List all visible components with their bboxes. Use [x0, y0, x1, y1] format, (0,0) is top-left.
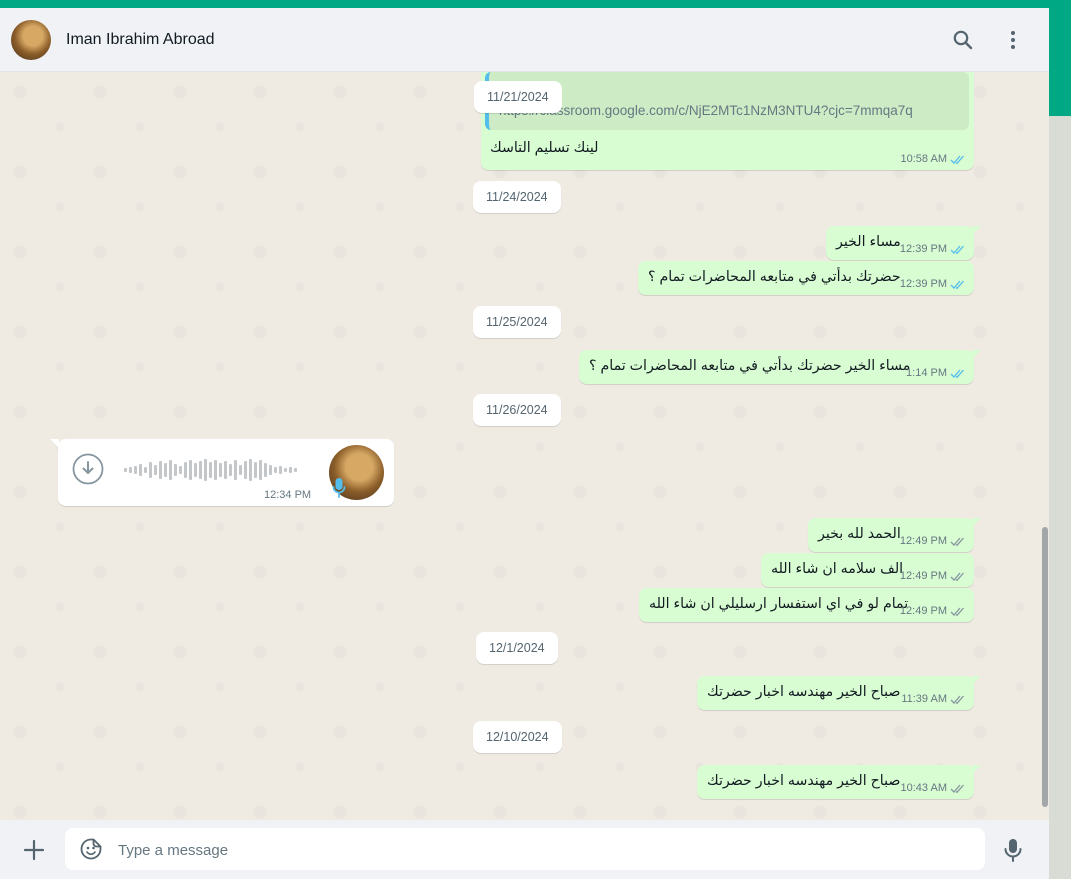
contact-avatar[interactable]	[11, 20, 51, 60]
message-list[interactable]: https://classroom.google.com/c/NjE2MTc1N…	[0, 72, 1049, 820]
sticker-icon[interactable]	[79, 837, 103, 861]
message-bubble[interactable]: صباح الخير مهندسه اخبار حضرتك 10:43 AM	[697, 765, 981, 799]
message-text: تمام لو في اي استفسار ارسليلي ان شاء الل…	[649, 596, 909, 612]
message-time: 12:39 PM	[899, 278, 947, 290]
microphone-icon[interactable]	[1001, 837, 1025, 863]
message-meta: 10:43 AM	[901, 782, 966, 794]
delivered-ticks-icon	[950, 607, 964, 616]
message-composer	[0, 820, 1049, 879]
attach-plus-icon[interactable]	[22, 838, 46, 862]
message-input-box[interactable]	[65, 828, 985, 872]
delivered-ticks-icon	[950, 572, 964, 581]
message-meta: 12:39 PM	[900, 243, 966, 255]
message-text: صباح الخير مهندسه اخبار حضرتك	[707, 684, 901, 700]
side-gutter	[1049, 116, 1071, 879]
message-text: الف سلامه ان شاء الله	[771, 561, 904, 577]
message-time: 12:39 PM	[899, 243, 947, 255]
message-meta: 12:49 PM	[900, 570, 966, 582]
message-bubble[interactable]: حضرتك بدأتي في متابعه المحاضرات تمام ؟ 1…	[638, 261, 974, 295]
top-accent-bar	[0, 0, 1071, 8]
scrollbar-thumb[interactable]	[1042, 527, 1048, 807]
message-text: صباح الخير مهندسه اخبار حضرتك	[707, 773, 901, 789]
message-time: 11:39 AM	[901, 693, 947, 705]
message-bubble[interactable]: الف سلامه ان شاء الله 12:49 PM	[761, 553, 974, 587]
delivered-ticks-icon	[950, 695, 964, 704]
read-ticks-icon	[950, 245, 964, 254]
download-icon[interactable]	[72, 453, 104, 485]
message-text: مساء الخير	[836, 234, 901, 250]
delivered-ticks-icon	[950, 784, 964, 793]
delivered-ticks-icon	[950, 537, 964, 546]
message-time: 10:58 AM	[900, 153, 947, 165]
read-ticks-icon	[950, 155, 964, 164]
message-input[interactable]	[116, 828, 960, 872]
chat-header: Iman Ibrahim Abroad	[0, 8, 1049, 72]
message-time: 1:14 PM	[906, 367, 947, 379]
message-text: لينك تسليم التاسك	[490, 140, 599, 156]
date-divider: 12/10/2024	[473, 721, 562, 753]
message-meta: 10:58 AM	[901, 153, 966, 165]
voice-message-time: 12:34 PM	[264, 489, 312, 501]
read-ticks-icon	[950, 369, 964, 378]
voice-message-bubble[interactable]: 12:34 PM	[50, 439, 394, 506]
message-bubble[interactable]: تمام لو في اي استفسار ارسليلي ان شاء الل…	[639, 588, 974, 622]
date-divider: 11/25/2024	[473, 306, 561, 338]
message-meta: 12:49 PM	[900, 535, 966, 547]
date-divider: 11/21/2024	[474, 81, 562, 113]
message-bubble[interactable]: مساء الخير 12:39 PM	[826, 226, 981, 260]
message-time: 12:49 PM	[899, 570, 947, 582]
message-time: 12:49 PM	[899, 605, 947, 617]
waveform-icon[interactable]	[124, 458, 302, 482]
message-meta: 1:14 PM	[906, 367, 966, 379]
mic-badge-icon	[332, 478, 346, 498]
message-bubble[interactable]: مساء الخير حضرتك بدأتي في متابعه المحاضر…	[579, 350, 981, 384]
message-time: 12:49 PM	[899, 535, 947, 547]
message-text: الحمد لله بخير	[818, 526, 901, 542]
menu-icon[interactable]	[1001, 28, 1025, 52]
message-meta: 11:39 AM	[901, 693, 966, 705]
date-divider: 11/26/2024	[473, 394, 561, 426]
date-divider: 11/24/2024	[473, 181, 561, 213]
message-time: 10:43 AM	[900, 782, 947, 794]
message-text: مساء الخير حضرتك بدأتي في متابعه المحاضر…	[589, 358, 911, 374]
search-icon[interactable]	[951, 28, 975, 52]
read-ticks-icon	[950, 280, 964, 289]
message-meta: 12:39 PM	[900, 278, 966, 290]
date-divider: 12/1/2024	[476, 632, 558, 664]
contact-name[interactable]: Iman Ibrahim Abroad	[66, 31, 215, 49]
side-accent-bar	[1049, 8, 1071, 116]
message-text: حضرتك بدأتي في متابعه المحاضرات تمام ؟	[648, 269, 901, 285]
message-bubble[interactable]: الحمد لله بخير 12:49 PM	[808, 518, 981, 552]
message-meta: 12:49 PM	[900, 605, 966, 617]
message-bubble[interactable]: صباح الخير مهندسه اخبار حضرتك 11:39 AM	[697, 676, 981, 710]
